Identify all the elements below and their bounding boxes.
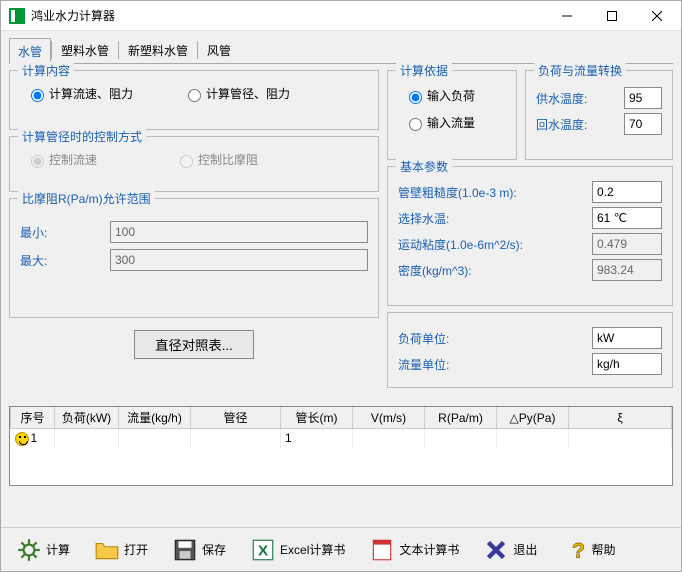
max-input xyxy=(110,249,368,271)
tab-water-pipe[interactable]: 水管 xyxy=(9,38,51,64)
load-unit-label: 负荷单位: xyxy=(398,330,584,347)
group-basis-title: 计算依据 xyxy=(396,62,452,79)
radio-ctrl-velocity: 控制流速 xyxy=(26,151,97,168)
select-temp-input[interactable] xyxy=(592,207,662,229)
notebook-icon xyxy=(369,537,395,563)
excel-report-button[interactable]: X Excel计算书 xyxy=(241,532,354,568)
exit-button[interactable]: 退出 xyxy=(474,532,546,568)
flow-unit-input[interactable] xyxy=(592,353,662,375)
min-label: 最小: xyxy=(20,224,110,241)
return-temp-input[interactable] xyxy=(624,113,662,135)
tab-plastic-pipe[interactable]: 塑料水管 xyxy=(52,37,118,63)
radio-input-load[interactable]: 输入负荷 xyxy=(404,87,500,104)
svg-text:?: ? xyxy=(572,537,585,562)
viscosity-label: 运动粘度(1.0e-6m^2/s): xyxy=(398,236,584,253)
tab-new-plastic-pipe[interactable]: 新塑料水管 xyxy=(119,37,197,63)
min-input xyxy=(110,221,368,243)
app-icon xyxy=(9,8,25,24)
supply-temp-input[interactable] xyxy=(624,87,662,109)
roughness-label: 管壁粗糙度(1.0e-3 m): xyxy=(398,184,584,201)
radio-calc-velocity[interactable]: 计算流速、阻力 xyxy=(26,85,133,102)
calc-button[interactable]: 计算 xyxy=(7,532,79,568)
viscosity-input xyxy=(592,233,662,255)
radio-ctrl-friction: 控制比摩阻 xyxy=(175,151,258,168)
group-calc-content-title: 计算内容 xyxy=(18,62,74,79)
maximize-button[interactable] xyxy=(589,2,634,30)
window-title: 鸿业水力计算器 xyxy=(31,7,115,24)
return-temp-label: 回水温度: xyxy=(536,116,616,133)
save-button[interactable]: 保存 xyxy=(163,532,235,568)
gear-icon xyxy=(16,537,42,563)
max-label: 最大: xyxy=(20,252,110,269)
svg-text:X: X xyxy=(258,542,268,559)
diameter-table-button[interactable]: 直径对照表... xyxy=(134,330,254,359)
question-icon: ? xyxy=(561,537,587,563)
help-button[interactable]: ? 帮助 xyxy=(552,532,624,568)
select-temp-label: 选择水温: xyxy=(398,210,584,227)
close-button[interactable] xyxy=(634,2,679,30)
density-label: 密度(kg/m^3): xyxy=(398,262,584,279)
load-unit-input[interactable] xyxy=(592,327,662,349)
radio-calc-diameter[interactable]: 计算管径、阻力 xyxy=(183,85,290,102)
text-report-button[interactable]: 文本计算书 xyxy=(360,532,468,568)
table-row[interactable]: 1 1 xyxy=(11,429,672,448)
roughness-input[interactable] xyxy=(592,181,662,203)
group-conv-title: 负荷与流量转换 xyxy=(534,62,626,79)
group-params-title: 基本参数 xyxy=(396,158,452,175)
smile-icon xyxy=(15,432,29,446)
supply-temp-label: 供水温度: xyxy=(536,90,616,107)
folder-icon xyxy=(94,537,120,563)
tabs: 水管 塑料水管 新塑料水管 风管 xyxy=(9,37,673,64)
minimize-button[interactable] xyxy=(544,2,589,30)
floppy-icon xyxy=(172,537,198,563)
density-input xyxy=(592,259,662,281)
group-friction-range-title: 比摩阻R(Pa/m)允许范围 xyxy=(18,190,155,207)
x-icon xyxy=(483,537,509,563)
open-button[interactable]: 打开 xyxy=(85,532,157,568)
excel-icon: X xyxy=(250,537,276,563)
radio-input-flow[interactable]: 输入流量 xyxy=(404,114,500,131)
tab-air-duct[interactable]: 风管 xyxy=(198,37,240,63)
flow-unit-label: 流量单位: xyxy=(398,356,584,373)
results-table[interactable]: 序号 负荷(kW) 流量(kg/h) 管径 管长(m) V(m/s) R(Pa/… xyxy=(9,406,673,486)
group-ctrl-mode-title: 计算管径时的控制方式 xyxy=(18,128,146,145)
